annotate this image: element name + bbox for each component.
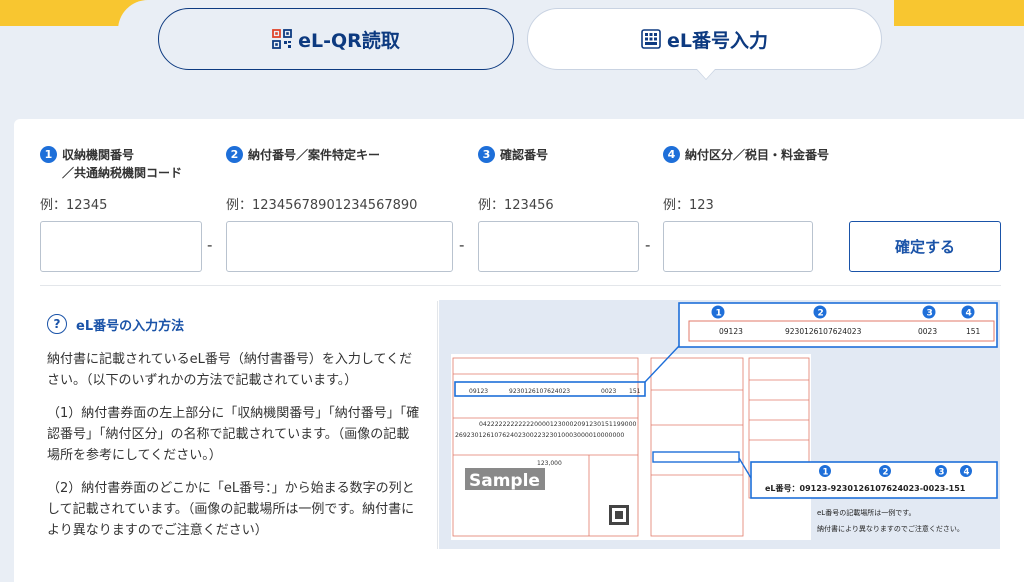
doc-field-4: 151 [629,388,641,395]
doc-barcode-number-2: 2692301261076240230022323010003000010000… [455,432,624,439]
top-callout-num-1: 1 [716,309,722,319]
top-callout-value-1: 09123 [719,327,743,336]
field-example-2: 例：12345678901234567890 [226,198,418,213]
help-paragraph-1: 納付書に記載されているeL番号（納付書番号）を入力してください。（以下のいずれか… [47,352,413,388]
payment-category-input[interactable] [663,221,813,272]
qr-code-icon [272,29,293,49]
doc-field-1: 09123 [469,388,488,395]
step-number-1: 1 [40,146,57,163]
divider [40,285,1001,286]
top-callout-value-2: 9230126107624023 [785,327,862,336]
vertical-divider [437,301,438,549]
question-icon: ? [47,314,67,334]
bottom-callout-num-2: 2 [883,468,889,478]
doc-barcode-number: 0422222222222200001230002091230151199000 [479,421,637,428]
field-example-4: 例：123 [663,198,714,213]
field-label-1: 1 収納機関番号 ／共通納税機関コード [40,146,182,182]
top-callout-num-4: 4 [966,309,972,319]
field-label-4: 4 納付区分／税目・料金番号 [663,146,829,164]
top-callout-num-2: 2 [818,309,824,319]
field-label-2-text: 納付番号／案件特定キー [248,148,381,162]
bottom-callout-num-4: 4 [964,468,970,478]
sample-note-line-1: eL番号の記載場所は一例です。 [817,508,916,517]
sample-watermark: Sample [469,471,540,491]
step-number-3: 3 [478,146,495,163]
top-callout-num-3: 3 [927,309,933,319]
help-paragraph-3: （2）納付書券面のどこかに「eL番号：」から始まる数字の列として記載されています… [47,481,415,538]
field-example-3: 例：123456 [478,198,554,213]
doc-field-2: 9230126107624023 [509,388,570,395]
bottom-callout-num-1: 1 [823,468,829,478]
institution-number-input[interactable] [40,221,202,272]
tab-el-number-input[interactable]: eL番号入力 [527,8,882,70]
tab-el-qr-scan[interactable]: eL-QR読取 [158,8,514,70]
separator-dash-2: - [459,236,465,254]
confirmation-number-input[interactable] [478,221,639,272]
field-label-3-text: 確認番号 [500,148,549,162]
field-label-2: 2 納付番号／案件特定キー [226,146,380,164]
field-example-1: 例：12345 [40,198,108,213]
separator-dash-3: - [645,236,651,254]
number-grid-icon [641,29,661,49]
doc-field-3: 0023 [601,388,616,395]
separator-dash-1: - [207,236,213,254]
help-heading: ? eL番号の入力方法 [47,314,184,334]
doc-amount: 123,000 [537,460,562,467]
bottom-callout-num-3: 3 [939,468,945,478]
tab-el-number-label: eL番号入力 [667,29,768,52]
tab-el-qr-label: eL-QR読取 [298,29,400,52]
sample-payment-slip-image: 09123 9230126107624023 0023 151 04222222… [439,300,1000,549]
top-callout-value-3: 0023 [918,327,937,336]
help-paragraph-2: （1）納付書券面の左上部分に「収納機関番号」「納付番号」「確認番号」「納付区分」… [47,406,420,463]
sample-note-line-2: 納付書により異なりますのでご注意ください。 [817,524,964,533]
field-label-4-text: 納付区分／税目・料金番号 [685,148,830,162]
field-label-3: 3 確認番号 [478,146,548,164]
payment-number-input[interactable] [226,221,453,272]
active-tab-pointer [697,69,715,79]
field-label-1-line2: ／共通納税機関コード [62,166,183,180]
el-number-line: eL番号：09123-9230126107624023-0023-151 [765,483,966,493]
step-number-2: 2 [226,146,243,163]
step-number-4: 4 [663,146,680,163]
confirm-button[interactable]: 確定する [849,221,1001,272]
help-title: eL番号の入力方法 [76,318,185,334]
field-label-1-line1: 収納機関番号 [62,148,135,162]
top-callout-value-4: 151 [966,327,981,336]
